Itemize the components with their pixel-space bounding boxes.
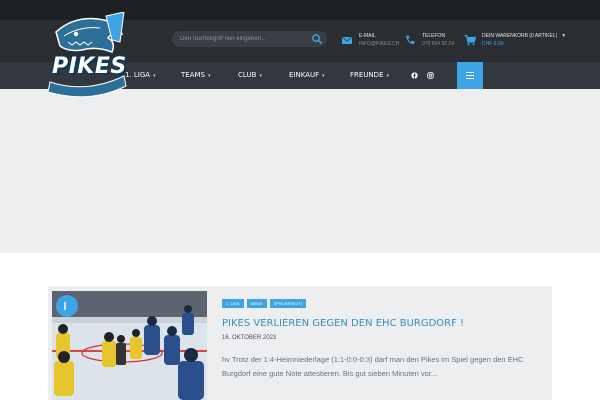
nav-label: CLUB (238, 71, 257, 79)
nav-label: FREUNDE (350, 71, 384, 79)
article-tags: 1. LIGA NEWS SPIELBERICHT (222, 299, 307, 308)
nav-label: TEAMS (181, 71, 205, 79)
hero-banner (0, 89, 600, 253)
article-title[interactable]: PIKES VERLIEREN GEGEN DEN EHC BURGDORF ! (222, 318, 464, 329)
phone-contact[interactable]: TELEFON 079 654 50 24 (404, 33, 454, 48)
envelope-icon (341, 36, 353, 44)
nav-label: EINKAUF (289, 71, 320, 79)
cart-total: CHF 0.00 (482, 41, 504, 47)
chevron-down-icon: ▾ (386, 73, 390, 79)
phone-icon (406, 35, 415, 45)
article-date: 16. OKTOBER 2023 (222, 335, 277, 341)
instagram-icon[interactable] (427, 72, 434, 79)
chevron-down-icon: ▾ (153, 73, 156, 79)
chevron-down-icon: ▾ (322, 73, 325, 79)
chevron-down-icon: ▾ (207, 73, 211, 79)
logo-text: PIKES (52, 54, 127, 79)
search-input[interactable] (172, 31, 327, 47)
hamburger-icon (466, 75, 474, 76)
phone-label: TELEFON (422, 33, 446, 39)
chevron-down-icon: ▾ (259, 73, 262, 79)
nav-item-club[interactable]: CLUB ▾ (238, 71, 262, 79)
search-icon[interactable] (311, 33, 323, 45)
article-excerpt: hv Trotz der 1:4-Heimniederlage (1:1-0:0… (222, 355, 524, 378)
play-icon (64, 302, 66, 310)
cart-label: DEIN WARENKORB (0 ARTIKEL) (482, 33, 558, 39)
shopping-cart-icon (464, 34, 476, 46)
facebook-icon[interactable] (411, 72, 418, 79)
email-label: E-MAIL (359, 33, 376, 39)
cart-widget[interactable]: DEIN WARENKORB (0 ARTIKEL) CHF 0.00 ▼ (464, 33, 566, 48)
tag-1-liga[interactable]: 1. LIGA (222, 299, 244, 308)
tag-news[interactable]: NEWS (246, 299, 267, 308)
nav-label: 1. LIGA (125, 71, 151, 79)
pikes-logo[interactable]: PIKES (46, 11, 128, 104)
phone-value[interactable]: 079 654 50 24 (422, 40, 454, 48)
video-play-button[interactable] (56, 295, 78, 317)
nav-item-1-liga[interactable]: 1. LIGA ▾ (125, 71, 156, 79)
hamburger-icon (466, 78, 474, 79)
chevron-down-icon[interactable]: ▼ (561, 33, 566, 39)
email-contact[interactable]: E-MAIL INFO@PIKES.CH (341, 33, 399, 48)
email-value[interactable]: INFO@PIKES.CH (359, 40, 399, 48)
tag-spielbericht[interactable]: SPIELBERICHT (269, 299, 307, 308)
nav-item-teams[interactable]: TEAMS ▾ (181, 71, 211, 79)
hamburger-menu-button[interactable] (457, 62, 483, 89)
nav-item-freunde[interactable]: FREUNDE ▾ (350, 71, 389, 79)
nav-item-einkauf[interactable]: EINKAUF ▾ (289, 71, 325, 79)
hamburger-icon (466, 72, 474, 73)
